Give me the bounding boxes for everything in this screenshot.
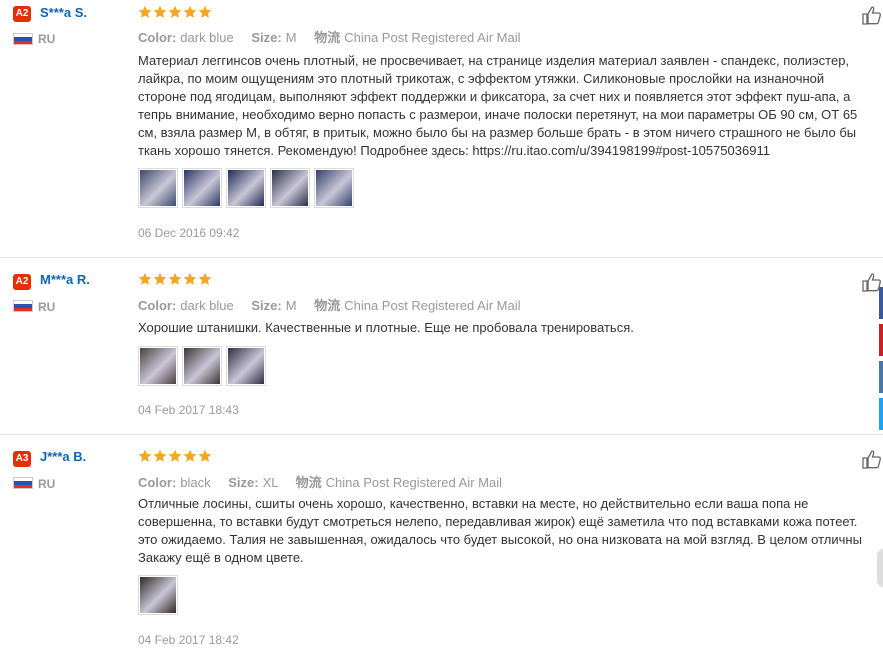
rating-stars (138, 449, 212, 463)
star-icon (138, 5, 152, 18)
color-label: Color: (138, 298, 177, 313)
review-photos (138, 346, 266, 386)
color-value: dark blue (180, 30, 234, 45)
star-icon (198, 5, 212, 18)
shipping-value: China Post Registered Air Mail (344, 30, 521, 45)
buyer-level-badge: A2 (13, 6, 31, 22)
buyer-level-badge: A2 (13, 274, 31, 290)
rating-stars (138, 272, 212, 286)
review-item: A3 J***a B. RU Color: black Size: XL 物流 Chi… (0, 434, 883, 655)
review-photos (138, 575, 178, 615)
share-vk-button[interactable] (879, 361, 883, 393)
size-value: M (285, 30, 297, 45)
rating-stars (138, 5, 212, 19)
star-icon (153, 5, 167, 18)
thumbs-up-icon[interactable] (861, 449, 883, 469)
color-label: Color: (138, 475, 177, 490)
order-info: Color: dark blue Size: M 物流 China Post Regi… (138, 295, 521, 314)
star-icon (138, 272, 152, 285)
color-label: Color: (138, 30, 177, 45)
review-date: 04 Feb 2017 18:42 (138, 633, 239, 647)
share-facebook-button[interactable] (879, 287, 883, 319)
star-icon (168, 449, 182, 462)
russia-flag-icon (13, 477, 33, 489)
color-value: dark blue (180, 298, 234, 313)
review-photos (138, 168, 354, 208)
review-photo-thumbnail[interactable] (182, 346, 222, 386)
review-item: A2 M***a R. RU Color: dark blue Size: M 物流… (0, 257, 883, 434)
thumbs-up-icon[interactable] (861, 5, 883, 25)
russia-flag-icon (13, 33, 33, 45)
star-icon (168, 5, 182, 18)
order-info: Color: dark blue Size: M 物流 China Post Regi… (138, 27, 521, 46)
star-icon (183, 5, 197, 18)
star-icon (138, 449, 152, 462)
buyer-level-badge: A3 (13, 451, 31, 467)
star-icon (198, 272, 212, 285)
review-photo-thumbnail[interactable] (314, 168, 354, 208)
share-pinterest-button[interactable] (879, 324, 883, 356)
star-icon (198, 449, 212, 462)
review-text: Хорошие штанишки. Качественные и плотные… (138, 320, 634, 335)
size-label: Size: (251, 298, 282, 313)
buyer-country: RU (38, 32, 56, 46)
shipping-value: China Post Registered Air Mail (344, 298, 521, 313)
star-icon (183, 449, 197, 462)
size-label: Size: (251, 30, 282, 45)
color-value: black (180, 475, 211, 490)
size-value: XL (262, 475, 279, 490)
shipping-label: 物流 (314, 298, 341, 313)
review-photo-thumbnail[interactable] (226, 168, 266, 208)
review-photo-thumbnail[interactable] (226, 346, 266, 386)
buyer-country: RU (38, 300, 56, 314)
shipping-label: 物流 (295, 475, 322, 490)
buyer-country: RU (38, 477, 56, 491)
size-label: Size: (228, 475, 259, 490)
share-toggle-button[interactable] (877, 548, 883, 588)
review-photo-thumbnail[interactable] (182, 168, 222, 208)
russia-flag-icon (13, 300, 33, 312)
order-info: Color: black Size: XL 物流 China Post Registe… (138, 472, 502, 491)
shipping-label: 物流 (314, 30, 341, 45)
review-photo-thumbnail[interactable] (138, 346, 178, 386)
review-text: Отличные лосины, сшиты очень хорошо, кач… (138, 496, 862, 565)
buyer-name: S***a S. (40, 5, 87, 20)
buyer-name: M***a R. (40, 272, 90, 287)
share-twitter-button[interactable] (879, 398, 883, 430)
star-icon (153, 272, 167, 285)
shipping-value: China Post Registered Air Mail (325, 475, 502, 490)
review-date: 06 Dec 2016 09:42 (138, 226, 240, 240)
size-value: M (285, 298, 297, 313)
star-icon (168, 272, 182, 285)
review-photo-thumbnail[interactable] (270, 168, 310, 208)
star-icon (153, 449, 167, 462)
buyer-name: J***a B. (40, 449, 87, 464)
review-item: A2 S***a S. RU Color: dark blue Size: M 物流… (0, 0, 883, 256)
review-text: Материал леггинсов очень плотный, не про… (138, 53, 858, 158)
star-icon (183, 272, 197, 285)
review-photo-thumbnail[interactable] (138, 575, 178, 615)
review-date: 04 Feb 2017 18:43 (138, 403, 239, 417)
review-photo-thumbnail[interactable] (138, 168, 178, 208)
